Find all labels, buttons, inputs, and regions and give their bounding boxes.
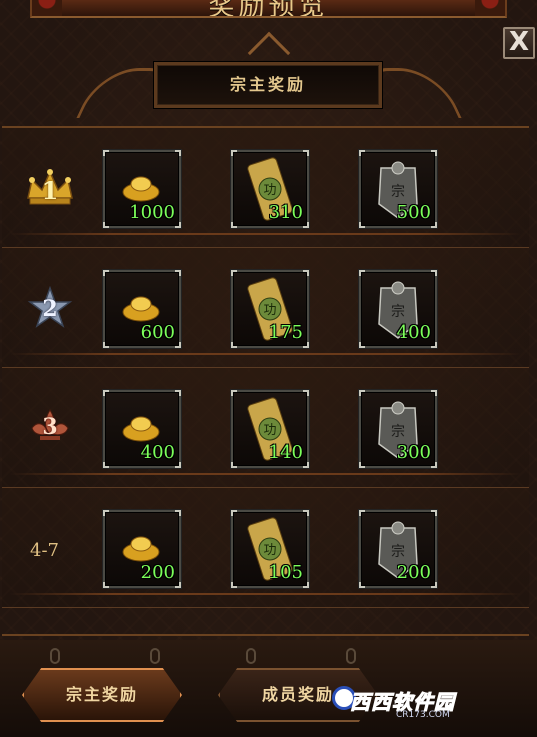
reward-row-rank-4-7: 4-7 200 功 105 宗 200 [2, 488, 529, 608]
tab-leader-rewards[interactable]: 宗主奖励 [22, 668, 182, 722]
rank-star-icon: 2 [24, 285, 76, 330]
reward-quantity: 175 [268, 322, 303, 343]
svg-text:宗: 宗 [391, 184, 405, 200]
reward-slot-plaque[interactable]: 宗 400 [359, 270, 437, 348]
svg-text:功: 功 [263, 423, 276, 438]
window-title: 奖励预览 [208, 0, 329, 18]
hanger-ring-icon [346, 648, 356, 664]
rank-crown-icon: 1 [24, 168, 76, 212]
rank-number: 1 [41, 176, 59, 205]
rank-fleur-icon: 3 [24, 406, 76, 450]
reward-slot-gold[interactable]: 200 [103, 510, 181, 588]
tab-label: 宗主奖励 [65, 685, 138, 704]
title-banner: 奖励预览 [30, 0, 507, 18]
hanger-ring-icon [150, 648, 160, 664]
svg-text:功: 功 [263, 303, 276, 318]
svg-text:宗: 宗 [391, 304, 405, 320]
section-header: 宗主奖励 [153, 61, 383, 109]
reward-quantity: 600 [140, 322, 175, 343]
reward-quantity: 500 [396, 202, 431, 223]
close-button[interactable]: X [503, 27, 535, 59]
rank-number: 3 [42, 414, 58, 440]
reward-slot-gold[interactable]: 600 [103, 270, 181, 348]
reward-quantity: 400 [396, 322, 431, 343]
reward-slot-plaque[interactable]: 宗 500 [359, 150, 437, 228]
reward-preview-window: 奖励预览 X 宗主奖励 1 1000 功 310 宗 500 2 600 功 1… [0, 0, 537, 737]
rank-number: 2 [42, 296, 58, 322]
reward-slot-gold[interactable]: 400 [103, 390, 181, 468]
hanger-ring-icon [246, 648, 256, 664]
hanger-ring-icon [50, 648, 60, 664]
reward-quantity: 300 [396, 442, 431, 463]
watermark: 西西软件园 CR173.COM [332, 680, 532, 730]
section-title: 宗主奖励 [229, 75, 306, 94]
reward-quantity: 1000 [129, 202, 175, 223]
reward-slot-merit[interactable]: 功 175 [231, 270, 309, 348]
banner-ornament-icon [475, 0, 505, 16]
reward-quantity: 400 [140, 442, 175, 463]
reward-rows: 1 1000 功 310 宗 500 2 600 功 175 宗 400 3 4… [2, 126, 529, 636]
reward-quantity: 200 [396, 562, 431, 583]
reward-slot-gold[interactable]: 1000 [103, 150, 181, 228]
svg-text:宗: 宗 [391, 424, 405, 440]
rank-range-label: 4-7 [30, 540, 59, 561]
reward-quantity: 140 [268, 442, 303, 463]
reward-row-rank-1: 1 1000 功 310 宗 500 [2, 128, 529, 248]
watermark-url: CR173.COM [396, 710, 450, 720]
reward-slot-plaque[interactable]: 宗 200 [359, 510, 437, 588]
reward-slot-merit[interactable]: 功 140 [231, 390, 309, 468]
reward-quantity: 310 [268, 202, 303, 223]
reward-slot-plaque[interactable]: 宗 300 [359, 390, 437, 468]
svg-text:功: 功 [263, 183, 276, 198]
reward-quantity: 200 [140, 562, 175, 583]
reward-slot-merit[interactable]: 功 310 [231, 150, 309, 228]
reward-slot-merit[interactable]: 功 105 [231, 510, 309, 588]
svg-text:功: 功 [263, 543, 276, 558]
reward-row-rank-3: 3 400 功 140 宗 300 [2, 368, 529, 488]
reward-row-rank-2: 2 600 功 175 宗 400 [2, 248, 529, 368]
reward-quantity: 105 [268, 562, 303, 583]
svg-text:宗: 宗 [391, 544, 405, 560]
